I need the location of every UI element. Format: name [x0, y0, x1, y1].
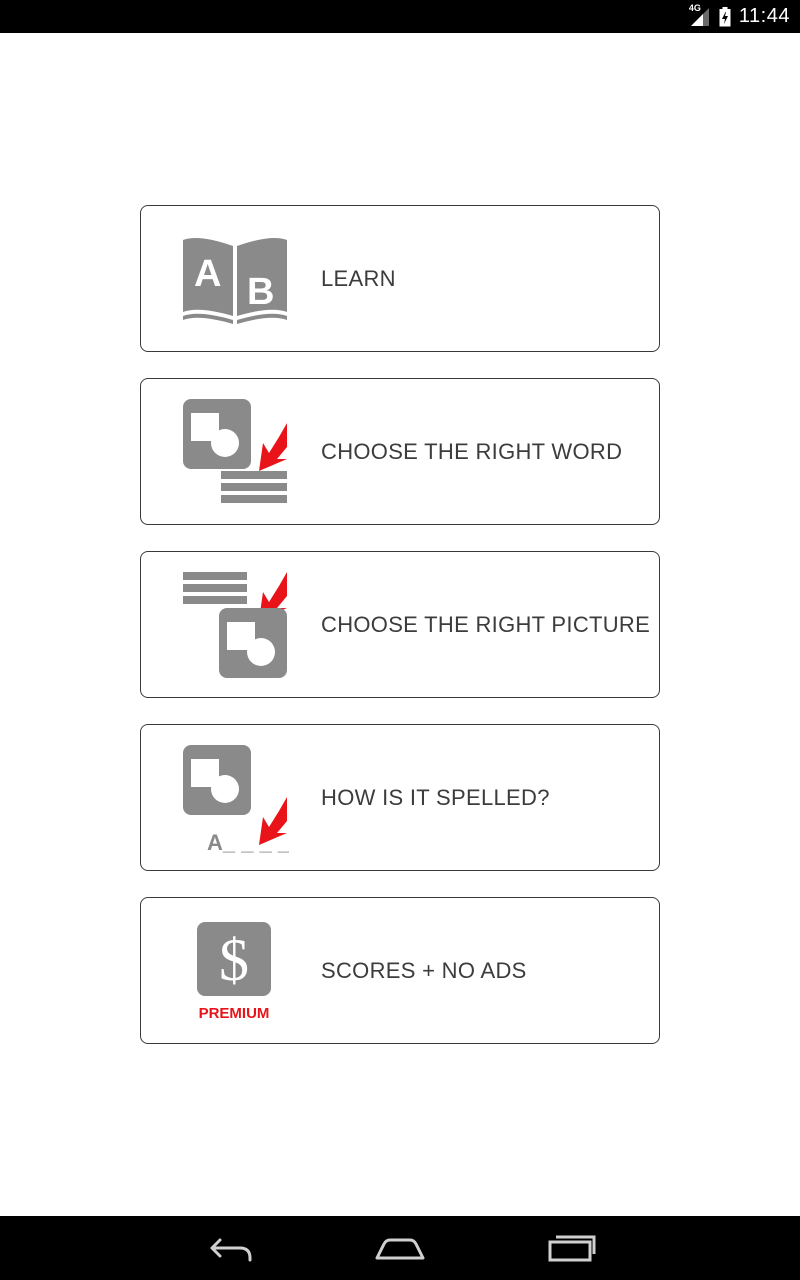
spelling-icon: A_ _ _ _ _	[181, 743, 309, 855]
menu-item-learn[interactable]: A B LEARN	[140, 205, 660, 352]
menu-item-premium[interactable]: $ PREMIUM SCORES + NO ADS	[140, 897, 660, 1044]
status-icons: 4G 11:44	[689, 0, 790, 33]
back-icon[interactable]	[204, 1232, 256, 1264]
menu-item-label: SCORES + NO ADS	[321, 957, 527, 983]
menu-item-label: LEARN	[321, 265, 396, 291]
svg-text:A: A	[194, 253, 221, 295]
spelling-icon-text: A_ _ _ _ _	[207, 830, 289, 853]
menu-item-spelling[interactable]: A_ _ _ _ _ HOW IS IT SPELLED?	[140, 724, 660, 871]
signal-icon: 4G	[689, 3, 711, 28]
battery-icon	[719, 6, 731, 27]
premium-dollar-icon: $ PREMIUM	[181, 916, 289, 1026]
picture-to-word-icon	[181, 397, 289, 507]
menu-item-label: CHOOSE THE RIGHT PICTURE	[321, 611, 651, 637]
status-bar: 4G 11:44	[0, 0, 800, 33]
premium-label: PREMIUM	[199, 1005, 270, 1022]
clock: 11:44	[738, 5, 790, 27]
main-menu: A B LEARN CHOOSE THE RIGHT WORD CHOOSE T…	[140, 205, 660, 1070]
navigation-bar	[0, 1216, 800, 1280]
home-icon[interactable]	[374, 1232, 426, 1264]
menu-item-choose-word[interactable]: CHOOSE THE RIGHT WORD	[140, 378, 660, 525]
menu-item-label: CHOOSE THE RIGHT WORD	[321, 438, 623, 464]
menu-item-label: HOW IS IT SPELLED?	[321, 784, 550, 810]
book-ab-icon: A B	[181, 224, 289, 334]
svg-text:B: B	[247, 271, 274, 313]
recents-icon[interactable]	[546, 1232, 598, 1264]
svg-text:$: $	[219, 927, 249, 993]
menu-item-choose-picture[interactable]: CHOOSE THE RIGHT PICTURE	[140, 551, 660, 698]
word-to-picture-icon	[181, 570, 289, 680]
